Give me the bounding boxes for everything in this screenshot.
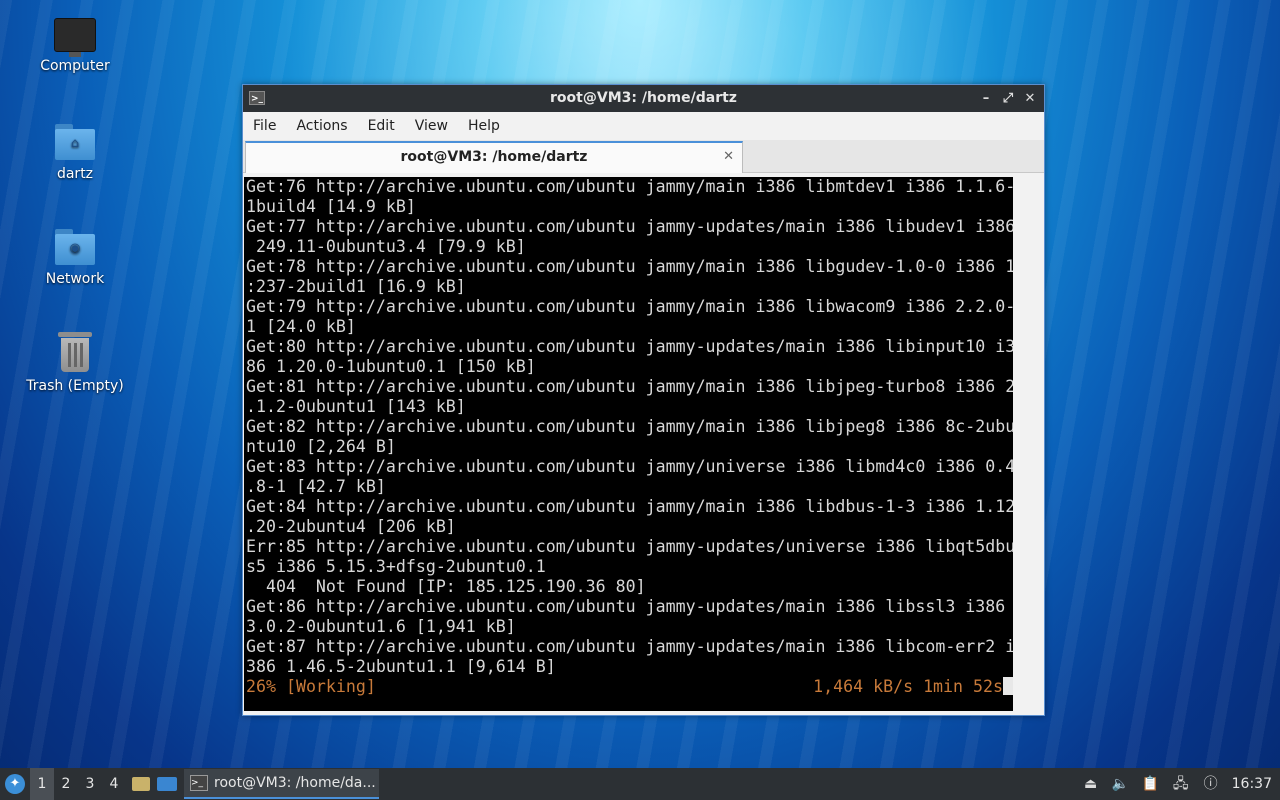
close-icon[interactable]: ✕ [1022, 85, 1038, 112]
home-folder-icon: ⌂ [55, 124, 95, 160]
menu-help[interactable]: Help [468, 118, 510, 134]
terminal-line: Get:79 http://archive.ubuntu.com/ubuntu … [246, 297, 1013, 316]
workspace-4[interactable]: 4 [102, 768, 126, 800]
workspace-3[interactable]: 3 [78, 768, 102, 800]
terminal-line: 386 1.46.5-2ubuntu1.1 [9,614 B] [246, 657, 556, 676]
file-manager-icon [132, 777, 150, 791]
terminal-line: 1 [24.0 kB] [246, 317, 356, 336]
terminal-line: Get:84 http://archive.ubuntu.com/ubuntu … [246, 497, 1013, 516]
maximize-icon[interactable]: ⤢ [1000, 85, 1016, 112]
terminal-line: s5 i386 5.15.3+dfsg-2ubuntu0.1 [246, 557, 546, 576]
terminal-line: Get:82 http://archive.ubuntu.com/ubuntu … [246, 417, 1013, 436]
volume-icon[interactable]: 🔈 [1112, 775, 1130, 793]
terminal-scrollbar[interactable] [1015, 177, 1043, 711]
update-notifier-icon[interactable]: ⓘ [1202, 775, 1220, 793]
clipboard-icon[interactable]: 📋 [1142, 775, 1160, 793]
window-titlebar[interactable]: >_ root@VM3: /home/dartz – ⤢ ✕ [243, 85, 1044, 112]
terminal-line: Get:76 http://archive.ubuntu.com/ubuntu … [246, 177, 1013, 196]
window-title: root@VM3: /home/dartz [550, 90, 737, 106]
task-terminal[interactable]: >_ root@VM3: /home/da... [184, 769, 379, 799]
menu-actions[interactable]: Actions [296, 118, 357, 134]
tab-bar: root@VM3: /home/dartz ✕ [243, 140, 1044, 173]
terminal-line: .1.2-0ubuntu1 [143 kB] [246, 397, 466, 416]
taskbar: ✦ 1 2 3 4 >_ root@VM3: /home/da... ⏏ 🔈 📋… [0, 768, 1280, 800]
system-tray: ⏏ 🔈 📋 🖧 ⓘ 16:37 [1082, 775, 1280, 793]
terminal-window[interactable]: >_ root@VM3: /home/dartz – ⤢ ✕ File Acti… [242, 84, 1045, 716]
terminal-line: :237-2build1 [16.9 kB] [246, 277, 466, 296]
progress-status: 26% [Working] [246, 677, 376, 696]
clock[interactable]: 16:37 [1232, 776, 1272, 792]
terminal-line: ntu10 [2,264 B] [246, 437, 396, 456]
desktop-icon-computer[interactable]: Computer [15, 18, 135, 74]
desktop-icon-home[interactable]: ⌂ dartz [15, 124, 135, 182]
menu-view[interactable]: View [415, 118, 458, 134]
start-menu-icon: ✦ [5, 774, 25, 794]
desktop-icon-label: dartz [56, 166, 94, 182]
terminal-line: Get:87 http://archive.ubuntu.com/ubuntu … [246, 637, 1013, 656]
show-desktop-launcher[interactable] [156, 768, 178, 800]
apt-status-line: 26% [Working] 1,464 kB/s 1min 52s [246, 677, 1013, 697]
terminal-line: 3.0.2-0ubuntu1.6 [1,941 kB] [246, 617, 516, 636]
transfer-rate: 1,464 kB/s 1min 52s [813, 677, 1013, 697]
workspace-1[interactable]: 1 [30, 768, 54, 800]
tab-label: root@VM3: /home/dartz [400, 149, 588, 165]
terminal-line: .8-1 [42.7 kB] [246, 477, 386, 496]
tab-terminal[interactable]: root@VM3: /home/dartz ✕ [245, 141, 743, 173]
terminal-line: Get:78 http://archive.ubuntu.com/ubuntu … [246, 257, 1013, 276]
eject-icon[interactable]: ⏏ [1082, 775, 1100, 793]
desktop-icon-label: Trash (Empty) [26, 378, 124, 394]
transfer-rate-text: 1,464 kB/s 1min 52s [813, 677, 1003, 696]
trash-icon [58, 332, 92, 372]
terminal-line: 86 1.20.0-1ubuntu0.1 [150 kB] [246, 357, 536, 376]
terminal-line: 404 Not Found [IP: 185.125.190.36 80] [246, 577, 646, 596]
desktop-icon-network[interactable]: ◉ Network [15, 229, 135, 287]
network-folder-icon: ◉ [55, 229, 95, 265]
minimize-icon[interactable]: – [978, 85, 994, 112]
desktop-icon [157, 777, 177, 791]
start-menu-button[interactable]: ✦ [0, 768, 30, 800]
terminal-line: 1build4 [14.9 kB] [246, 197, 416, 216]
desktop-icon-label: Network [45, 271, 105, 287]
terminal-app-icon: >_ [249, 91, 265, 105]
desktop-icon-label: Computer [40, 58, 110, 74]
task-label: root@VM3: /home/da... [214, 775, 376, 791]
terminal-line: .20-2ubuntu4 [206 kB] [246, 517, 456, 536]
terminal-line: 249.11-0ubuntu3.4 [79.9 kB] [246, 237, 526, 256]
tab-close-icon[interactable]: ✕ [723, 143, 734, 171]
menu-file[interactable]: File [253, 118, 286, 134]
monitor-icon [54, 18, 96, 57]
menu-edit[interactable]: Edit [368, 118, 405, 134]
terminal-line: Get:83 http://archive.ubuntu.com/ubuntu … [246, 457, 1013, 476]
network-icon[interactable]: 🖧 [1172, 775, 1190, 793]
terminal-line: Err:85 http://archive.ubuntu.com/ubuntu … [246, 537, 1013, 556]
workspace-2[interactable]: 2 [54, 768, 78, 800]
desktop-icon-trash[interactable]: Trash (Empty) [15, 332, 135, 394]
terminal-task-icon: >_ [190, 775, 208, 791]
menubar: File Actions Edit View Help [243, 112, 1044, 140]
terminal-line: Get:81 http://archive.ubuntu.com/ubuntu … [246, 377, 1013, 396]
terminal-line: Get:80 http://archive.ubuntu.com/ubuntu … [246, 337, 1013, 356]
file-manager-launcher[interactable] [130, 768, 152, 800]
terminal-line: Get:86 http://archive.ubuntu.com/ubuntu … [246, 597, 1006, 616]
terminal-line: Get:77 http://archive.ubuntu.com/ubuntu … [246, 217, 1013, 236]
terminal-cursor [1003, 677, 1013, 695]
terminal-output[interactable]: Get:76 http://archive.ubuntu.com/ubuntu … [244, 177, 1013, 711]
